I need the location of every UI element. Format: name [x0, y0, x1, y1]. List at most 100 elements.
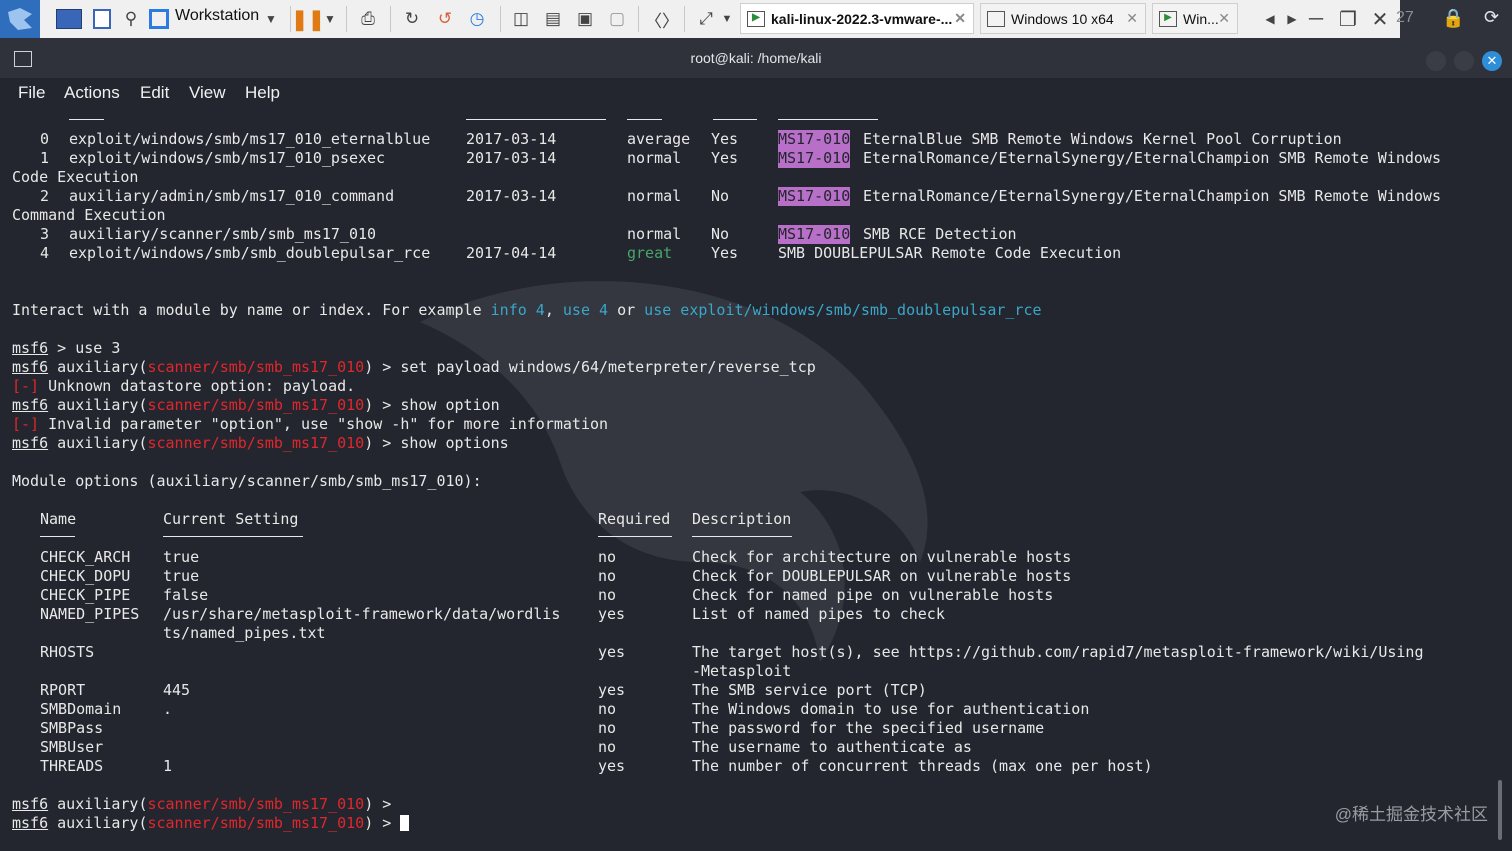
prompt: msf6	[12, 396, 49, 414]
minimize-icon[interactable]: ─	[1302, 0, 1330, 38]
site-watermark: @稀土掘金技术社区	[1334, 805, 1488, 824]
option-required: yes	[598, 757, 626, 775]
snapshot-icon[interactable]: ↻	[398, 0, 426, 38]
option-description: Check for architecture on vulnerable hos…	[692, 548, 1072, 566]
command-input-line[interactable]: msf6 auxiliary(scanner/smb/smb_ms17_010)…	[12, 814, 410, 833]
error-text: Invalid parameter "option", use "show -h…	[39, 415, 609, 433]
vm-icon	[987, 10, 1005, 27]
text-cursor	[400, 815, 410, 831]
option-description: The target host(s), see https://github.c…	[692, 643, 1424, 661]
result-rank: normal	[627, 225, 682, 243]
command-line: msf6 auxiliary(scanner/smb/smb_ms17_010)…	[12, 434, 509, 452]
error-marker: [-]	[12, 377, 40, 395]
result-tag: MS17-010	[778, 130, 851, 149]
menu-bar: File Actions Edit View Help	[0, 78, 1512, 110]
result-date: 2017-04-14	[466, 244, 557, 262]
terminal-output[interactable]: 0 exploit/windows/smb/ms17_010_eternalbl…	[0, 112, 1495, 851]
close-icon[interactable]: ✕	[1218, 10, 1230, 27]
thumbnail-bar-icon[interactable]: ▤	[540, 0, 566, 38]
close-button[interactable]: ✕	[1482, 51, 1502, 71]
option-description: Check for named pipe on vulnerable hosts	[692, 586, 1054, 604]
stretch-dropdown-icon[interactable]: ▼	[720, 0, 734, 38]
tab-kali[interactable]: ▶ kali-linux-2022.3-vmware-... ✕	[740, 3, 974, 34]
menu-view[interactable]: View	[189, 83, 226, 103]
chevron-down-icon[interactable]: ▼	[262, 0, 280, 38]
pause-icon[interactable]: ❚❚	[291, 0, 325, 38]
prompt-module-path: scanner/smb/smb_ms17_010	[147, 814, 365, 832]
result-rank: normal	[627, 187, 682, 205]
close-icon[interactable]: ✕	[1126, 10, 1138, 27]
vmware-logo-icon[interactable]	[0, 0, 40, 38]
send-ctrl-alt-del-icon[interactable]: ⎙	[354, 0, 382, 38]
result-index: 0	[40, 130, 50, 148]
option-setting: true	[163, 548, 200, 566]
revert-snapshot-icon[interactable]: ↺	[431, 0, 459, 38]
hint-line: Interact with a module by name or index.…	[12, 301, 1042, 320]
error-marker: [-]	[12, 415, 40, 433]
close-window-icon[interactable]: ✕	[1366, 0, 1394, 38]
tab-kali-label: kali-linux-2022.3-vmware-...	[771, 10, 953, 27]
console-view-icon[interactable]: 〈〉	[645, 0, 679, 38]
unity-icon[interactable]: ▢	[604, 0, 630, 38]
option-setting: true	[163, 567, 200, 585]
tab-windows10[interactable]: Windows 10 x64 ✕	[980, 3, 1146, 34]
result-module: exploit/windows/smb/ms17_010_psexec	[69, 149, 386, 167]
vmware-toolbar: ⚲ Workstation ▼ ❚❚ ▼ ⎙ ↻ ↺ ◷ ◫ ▤ ▣ ▢ 〈〉 …	[0, 0, 1512, 39]
menu-file[interactable]: File	[18, 83, 45, 103]
hint-use-cmd: use 4	[562, 301, 609, 319]
stretch-icon[interactable]: ⤢	[692, 0, 720, 38]
prompt-module-path: scanner/smb/smb_ms17_010	[147, 358, 365, 376]
option-description: The SMB service port (TCP)	[692, 681, 927, 699]
prompt-module-path: scanner/smb/smb_ms17_010	[147, 434, 365, 452]
option-required: no	[598, 700, 617, 718]
pin-icon[interactable]: ⚲	[118, 0, 144, 38]
option-required: no	[598, 719, 617, 737]
tab-scroll-left-icon[interactable]: ◀	[1262, 0, 1278, 38]
restore-icon[interactable]: ❐	[1334, 0, 1362, 38]
vm-running-icon: ▶	[1159, 10, 1177, 27]
lock-icon[interactable]: 🔒	[1442, 8, 1464, 29]
option-required: no	[598, 548, 617, 566]
refresh-icon[interactable]: ⟳	[1484, 7, 1499, 28]
result-index: 3	[40, 225, 50, 243]
result-rank: average	[627, 130, 691, 148]
option-setting: 445	[163, 681, 191, 699]
option-name: RHOSTS	[40, 643, 95, 661]
terminal-scrollbar[interactable]	[1498, 780, 1502, 840]
prompt: msf6	[12, 358, 49, 376]
maximize-button[interactable]	[1454, 51, 1474, 71]
prompt-module-type: auxiliary	[57, 358, 139, 376]
tab-win[interactable]: ▶ Win... ✕	[1152, 3, 1238, 34]
fullscreen-icon[interactable]: ▣	[572, 0, 598, 38]
prompt: msf6	[12, 795, 49, 813]
result-check: No	[711, 225, 730, 243]
menu-actions[interactable]: Actions	[64, 83, 120, 103]
tab-win-label: Win...	[1183, 10, 1219, 27]
result-date: 2017-03-14	[466, 187, 557, 205]
menu-edit[interactable]: Edit	[140, 83, 169, 103]
close-icon[interactable]: ✕	[954, 10, 966, 27]
command-line: msf6 > use 3	[12, 339, 120, 358]
library-icon[interactable]	[50, 0, 88, 38]
tab-scroll-right-icon[interactable]: ▶	[1284, 0, 1300, 38]
home-icon[interactable]	[90, 0, 114, 38]
prompt-tail: >	[373, 814, 392, 832]
options-header-description: Description	[692, 510, 792, 528]
pause-dropdown-icon[interactable]: ▼	[322, 0, 338, 38]
minimize-button[interactable]	[1426, 51, 1446, 71]
result-module: exploit/windows/smb/smb_doublepulsar_rce	[69, 244, 431, 262]
option-setting: .	[163, 700, 173, 718]
option-name: CHECK_PIPE	[40, 586, 131, 604]
menu-help[interactable]: Help	[245, 83, 280, 103]
prompt: msf6	[12, 814, 49, 832]
command-line: msf6 auxiliary(scanner/smb/smb_ms17_010)…	[12, 795, 392, 813]
sidebar-toggle-icon[interactable]: ◫	[508, 0, 534, 38]
prompt-tail: >	[373, 795, 392, 813]
terminal-titlebar: root@kali: /home/kali ✕	[0, 38, 1512, 78]
workstation-menu-label[interactable]: Workstation	[175, 7, 259, 25]
hint-or: or	[608, 301, 645, 319]
snapshot-manager-icon[interactable]: ◷	[463, 0, 491, 38]
command-text: > use 3	[48, 339, 121, 357]
result-rank: great	[627, 244, 673, 262]
option-name: THREADS	[40, 757, 104, 775]
